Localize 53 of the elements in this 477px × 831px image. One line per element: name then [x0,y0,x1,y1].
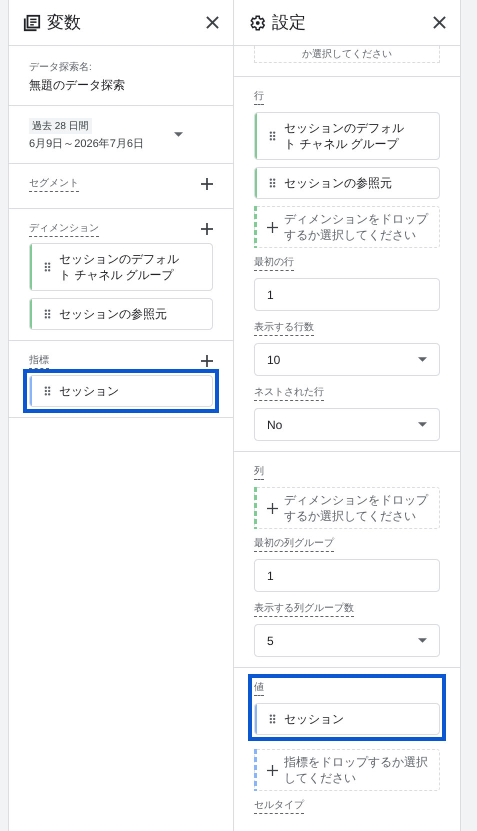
field-label: データ探索名: [29,60,93,74]
drag-handle-icon[interactable] [269,178,276,188]
drag-handle-icon[interactable] [44,386,51,396]
dropdown-caret-icon[interactable] [174,132,183,137]
dropdown-caret-icon[interactable] [418,422,427,427]
drop-zone[interactable]: ディメンションをドロップするか選択してください [254,206,440,248]
add-icon[interactable] [201,223,213,235]
drag-handle-icon[interactable] [269,714,276,724]
field-label: 値 [254,680,264,696]
variable-chip[interactable]: セッションのデフォルト チャネル グループ [254,112,440,160]
drag-handle-icon[interactable] [44,309,51,319]
panel-title: 変数 [47,12,82,34]
field-label: 表示する列グループ数 [254,601,354,617]
add-icon[interactable] [267,764,278,776]
section-label: セグメント [29,176,79,192]
drop-zone[interactable]: 指標をドロップするか選択してください [254,749,440,791]
dropdown-caret-icon[interactable] [418,638,427,643]
field-label: セルタイプ [254,798,304,814]
section-label: ディメンション [29,221,99,237]
variables-icon [23,14,41,32]
close-icon[interactable] [433,16,446,29]
section-label: 指標 [29,353,49,369]
add-icon[interactable] [267,502,278,514]
select-dropdown[interactable]: 10 [254,343,440,376]
close-icon[interactable] [206,16,219,29]
number-input[interactable]: 1 [254,559,440,592]
field-label: 列 [254,464,264,480]
add-icon[interactable] [267,222,278,232]
field-label: 最初の列グループ [254,536,334,552]
drop-zone[interactable]: ディメンションをドロップするか選択してください [254,487,440,529]
explore-name-field[interactable]: 無題のデータ探索 [29,77,213,94]
drag-handle-icon[interactable] [269,131,276,141]
field-label: ネストされた行 [254,385,324,401]
select-dropdown[interactable]: 5 [254,624,440,657]
field-label: 表示する行数 [254,320,314,336]
add-icon[interactable] [201,355,213,367]
variable-chip[interactable]: セッションの参照元 [254,167,440,199]
settings-icon [248,14,266,32]
variable-chip[interactable]: セッションの参照元 [29,298,213,330]
panel-title: 設定 [272,12,307,34]
date-badge: 過去 28 日間 [29,118,92,134]
dropdown-caret-icon[interactable] [418,357,427,362]
number-input[interactable]: 1 [254,278,440,311]
date-range[interactable]: 6月9日～2026年7月6日 [29,136,144,151]
drop-zone[interactable]: か選択してください [254,46,440,63]
drag-handle-icon[interactable] [44,262,51,272]
field-label: 最初の行 [254,255,294,271]
field-label: 行 [254,89,264,105]
variable-chip[interactable]: セッションのデフォルト チャネル グループ [29,243,213,291]
variable-chip[interactable]: セッション [29,375,213,407]
add-icon[interactable] [201,178,213,190]
select-dropdown[interactable]: No [254,408,440,441]
variable-chip[interactable]: セッション [254,703,440,735]
